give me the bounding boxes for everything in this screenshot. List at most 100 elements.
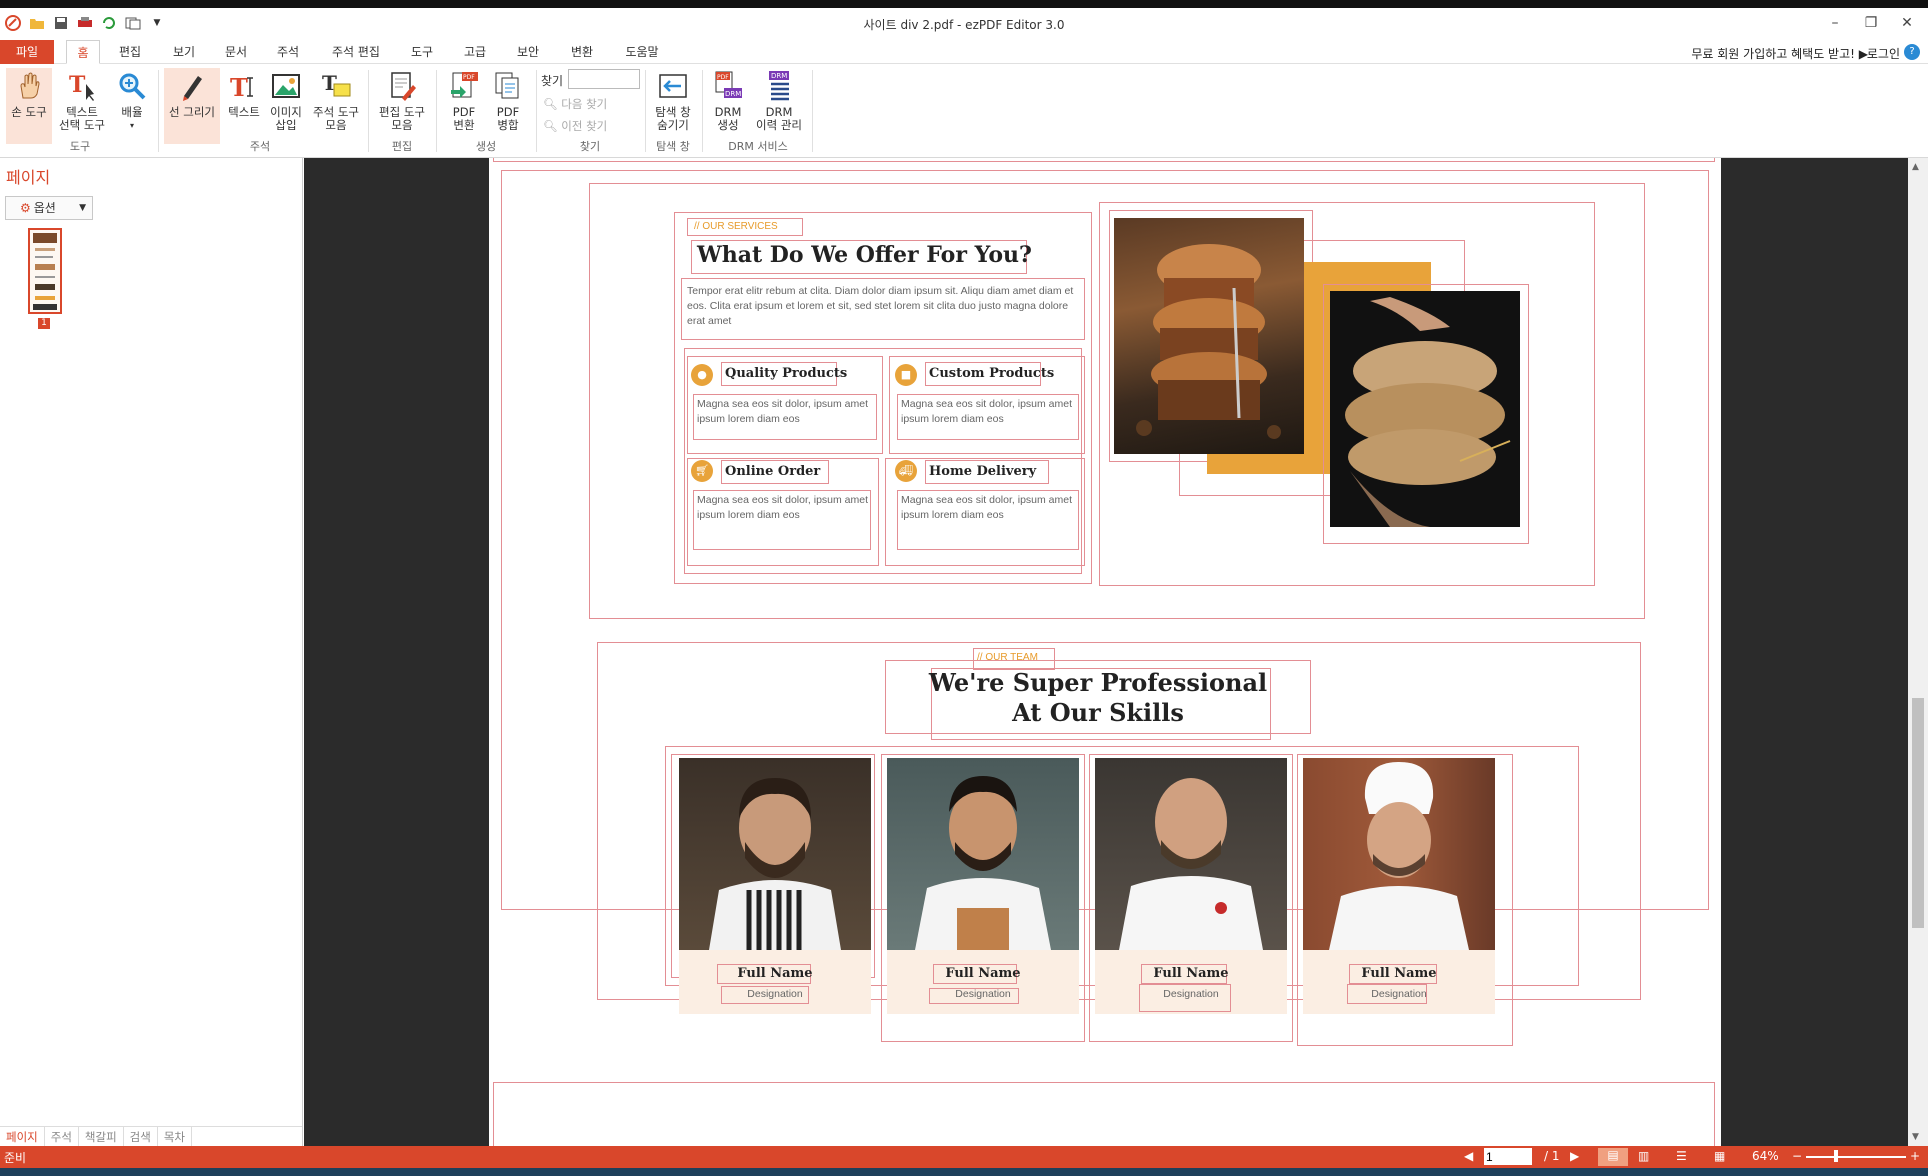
tab-advanced[interactable]: 고급 xyxy=(459,40,491,64)
tab-security[interactable]: 보안 xyxy=(512,40,544,64)
drm-create-button[interactable]: PDF DRM DRM 생성 xyxy=(708,68,748,144)
minimize-icon[interactable]: – xyxy=(1824,12,1846,34)
login-link[interactable]: 로그인 xyxy=(1867,45,1900,62)
tab-document[interactable]: 문서 xyxy=(220,40,252,64)
tab-bookmarks[interactable]: 책갈피 xyxy=(79,1127,124,1146)
tab-view[interactable]: 보기 xyxy=(168,40,200,64)
tab-annotations[interactable]: 주석 xyxy=(45,1127,79,1146)
next-page-icon[interactable]: ▶ xyxy=(1570,1149,1579,1163)
qat-dropdown-icon[interactable]: ▼ xyxy=(148,14,166,32)
edit-tools-button[interactable]: 편집 도구 모음 xyxy=(374,68,430,144)
ribbon: 손 도구 T 텍스트 선택 도구 배율 ▾ 도구 선 그리기 T 텍스트 이미지… xyxy=(0,64,1928,158)
member-name: Full Name xyxy=(1153,966,1229,981)
frame-box xyxy=(493,1082,1715,1146)
svg-text:PDF: PDF xyxy=(717,74,729,81)
page-thumbnail[interactable] xyxy=(28,228,62,314)
promo-link[interactable]: 무료 회원 가입하고 혜택도 받고! ▶ xyxy=(1691,45,1868,62)
bread-photo xyxy=(1330,291,1520,527)
zoom-slider[interactable] xyxy=(1806,1156,1906,1158)
window-title: 사이트 div 2.pdf - ezPDF Editor 3.0 xyxy=(863,18,1065,32)
zoom-in-icon[interactable]: + xyxy=(1910,1149,1920,1163)
tab-annotation-edit[interactable]: 주석 편집 xyxy=(324,40,388,64)
member-role: Designation xyxy=(1163,988,1219,1000)
member-role: Designation xyxy=(955,988,1011,1000)
scroll-up-icon[interactable]: ▲ xyxy=(1912,162,1919,172)
team-heading-line2: At Our Skills xyxy=(1012,698,1184,727)
text-icon: T xyxy=(230,73,253,102)
tab-toc[interactable]: 목차 xyxy=(158,1127,193,1146)
two-page-view-icon[interactable]: ▥ xyxy=(1638,1149,1649,1163)
thumb-block xyxy=(35,296,55,300)
scrollbar-thumb[interactable] xyxy=(1912,698,1924,928)
pages-icon[interactable] xyxy=(124,14,142,32)
thumb-line xyxy=(35,248,55,251)
window-controls: – ❐ ✕ xyxy=(1824,12,1918,34)
text-button[interactable]: T 텍스트 xyxy=(224,68,264,144)
tab-annotation[interactable]: 주석 xyxy=(272,40,304,64)
restore-icon[interactable]: ❐ xyxy=(1860,12,1882,34)
page-number-input[interactable] xyxy=(1484,1148,1532,1165)
grid-view-icon[interactable]: ▦ xyxy=(1714,1149,1725,1163)
text-select-tool-button[interactable]: T 텍스트 선택 도구 xyxy=(56,68,108,144)
search-icon: 🔍︎ xyxy=(543,119,558,133)
find-input[interactable] xyxy=(568,69,640,89)
tab-help[interactable]: 도움말 xyxy=(620,40,664,64)
open-folder-icon[interactable] xyxy=(28,14,46,32)
thumb-footer xyxy=(33,304,57,310)
draw-line-button[interactable]: 선 그리기 xyxy=(164,68,220,144)
pdf-convert-button[interactable]: PDF PDF 변환 xyxy=(444,68,484,144)
save-icon[interactable] xyxy=(52,14,70,32)
title-bar: ▼ 사이트 div 2.pdf - ezPDF Editor 3.0 – ❐ ✕ xyxy=(0,8,1928,40)
app-logo-icon[interactable] xyxy=(4,14,22,32)
tab-file[interactable]: 파일 xyxy=(0,40,54,64)
find-prev-button[interactable]: 🔍︎ 이전 찾기 xyxy=(543,118,607,134)
svg-text:T: T xyxy=(69,72,86,98)
tab-edit[interactable]: 편집 xyxy=(114,40,146,64)
annotation-tools-button[interactable]: T 주석 도구 모음 xyxy=(310,68,362,144)
ribbon-divider xyxy=(368,70,369,152)
refresh-icon[interactable] xyxy=(100,14,118,32)
left-panel-tabs: 페이지 주석 책갈피 검색 목차 xyxy=(0,1126,302,1146)
options-dropdown[interactable]: ⚙ 옵션 ▼ xyxy=(5,196,93,220)
hide-nav-pane-button[interactable]: 탐색 창 숨기기 xyxy=(650,68,696,144)
service-title: Online Order xyxy=(725,464,821,479)
thumb-header xyxy=(33,233,57,243)
pdf-merge-button[interactable]: PDF 병합 xyxy=(488,68,528,144)
tab-tools[interactable]: 도구 xyxy=(406,40,438,64)
tab-pages[interactable]: 페이지 xyxy=(0,1127,45,1146)
vertical-scrollbar[interactable]: ▲ ▼ xyxy=(1908,158,1928,1146)
services-heading: What Do We Offer For You? xyxy=(697,242,1032,268)
scroll-down-icon[interactable]: ▼ xyxy=(1912,1132,1919,1142)
tab-home[interactable]: 홈 xyxy=(66,40,100,64)
service-desc: Magna sea eos sit dolor, ipsum amet ipsu… xyxy=(697,398,869,425)
insert-image-button[interactable]: 이미지 삽입 xyxy=(266,68,306,144)
ribbon-divider xyxy=(812,70,813,152)
team-member-photo xyxy=(1303,758,1495,950)
frame-box xyxy=(493,158,1715,162)
find-next-button[interactable]: 🔍︎ 다음 찾기 xyxy=(543,96,607,112)
help-icon[interactable]: ? xyxy=(1904,44,1920,60)
drm-history-button[interactable]: DRM DRM 이력 관리 xyxy=(752,68,806,144)
zoom-button[interactable]: 배율 ▾ xyxy=(112,68,152,144)
image-icon xyxy=(272,74,300,98)
tab-search[interactable]: 검색 xyxy=(124,1127,158,1146)
close-icon[interactable]: ✕ xyxy=(1896,12,1918,34)
prev-page-icon[interactable]: ◀ xyxy=(1464,1149,1473,1163)
zoom-out-icon[interactable]: − xyxy=(1792,1149,1802,1163)
hand-tool-button[interactable]: 손 도구 xyxy=(6,68,52,144)
zoom-slider-handle[interactable] xyxy=(1834,1150,1838,1162)
pdf-merge-icon xyxy=(495,72,519,99)
print-icon[interactable] xyxy=(76,14,94,32)
service-title: Quality Products xyxy=(725,366,848,381)
service-title: Home Delivery xyxy=(929,464,1037,479)
page-thumbnail-number: 1 xyxy=(38,318,50,329)
tab-convert[interactable]: 변환 xyxy=(566,40,598,64)
pen-icon xyxy=(183,76,202,101)
zoom-level: 64% xyxy=(1752,1149,1779,1163)
shopping-cart-icon: 🛒︎ xyxy=(691,460,713,482)
continuous-view-icon[interactable]: ☰ xyxy=(1676,1149,1687,1163)
single-page-view-icon[interactable]: ▤ xyxy=(1598,1148,1628,1166)
member-name: Full Name xyxy=(945,966,1021,981)
document-viewport[interactable]: // OUR SERVICES What Do We Offer For You… xyxy=(304,158,1908,1146)
pdf-page[interactable]: // OUR SERVICES What Do We Offer For You… xyxy=(489,158,1721,1146)
